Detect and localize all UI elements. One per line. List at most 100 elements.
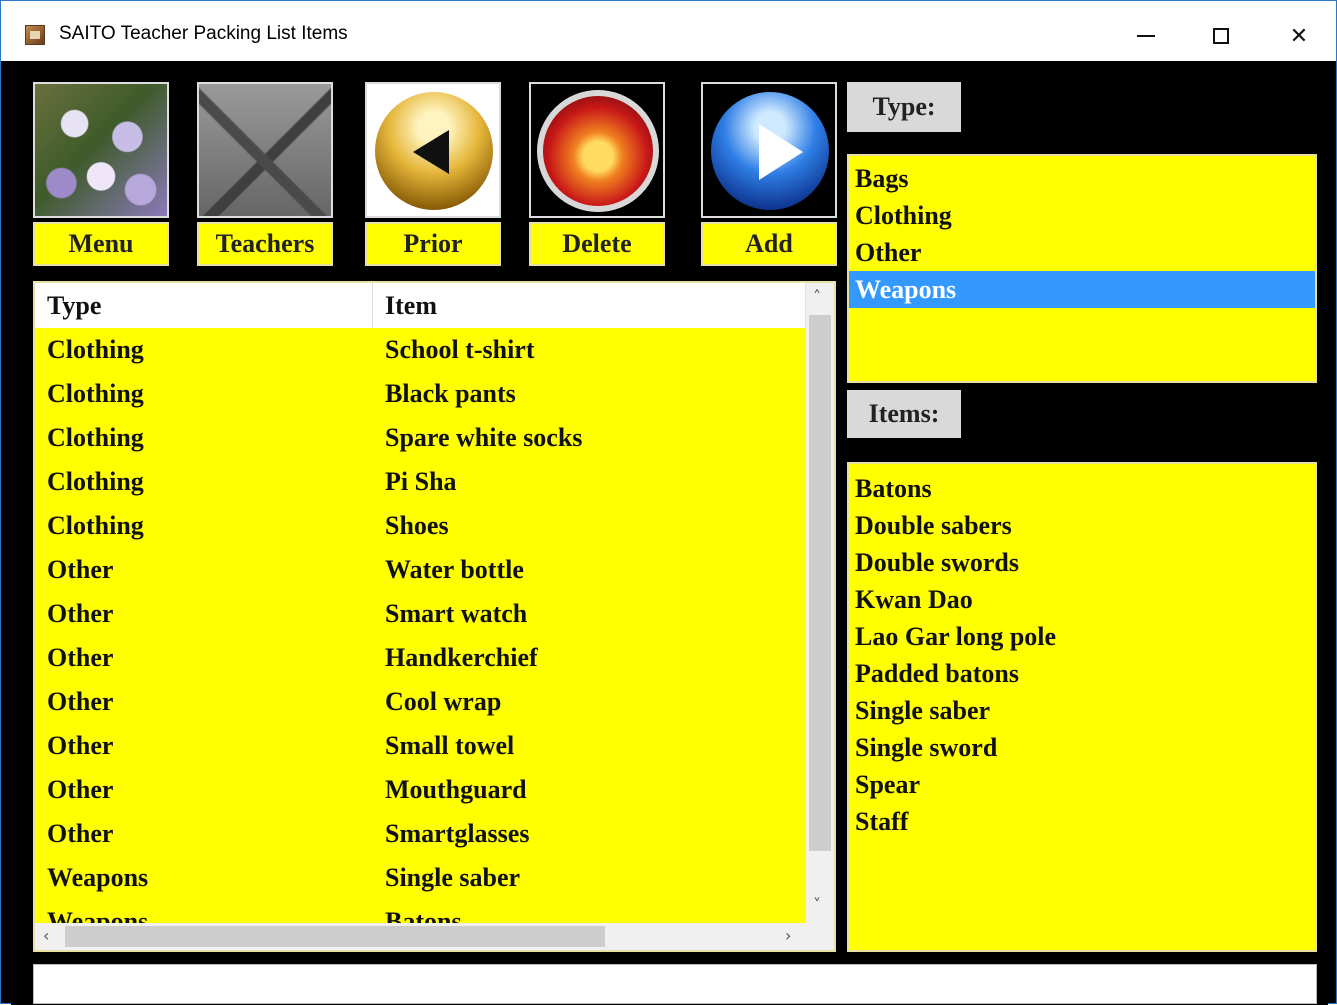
items-listbox[interactable]: Batons Double sabers Double swords Kwan … bbox=[847, 462, 1317, 952]
maximize-button[interactable] bbox=[1191, 13, 1251, 59]
cell-item: Smartglasses bbox=[385, 819, 530, 848]
minimize-button[interactable] bbox=[1116, 13, 1176, 59]
item-option[interactable]: Lao Gar long pole bbox=[849, 618, 1315, 655]
app-window: SAITO Teacher Packing List Items ✕ Menu … bbox=[0, 0, 1337, 1005]
prior-label: Prior bbox=[365, 222, 501, 266]
column-header-type[interactable]: Type bbox=[35, 283, 373, 328]
type-option-selected[interactable]: Weapons bbox=[849, 271, 1315, 308]
fire-icon bbox=[529, 82, 665, 218]
horizontal-scrollbar[interactable]: ‹ › bbox=[35, 923, 834, 950]
table-row[interactable]: Other Smartglasses bbox=[35, 812, 805, 856]
item-option[interactable]: Single sword bbox=[849, 729, 1315, 766]
table-row[interactable]: Other Handkerchief bbox=[35, 636, 805, 680]
cell-item: Pi Sha bbox=[385, 467, 457, 496]
prior-icon bbox=[365, 82, 501, 218]
cell-item: Mouthguard bbox=[385, 775, 527, 804]
cell-item: Black pants bbox=[385, 379, 516, 408]
table-row[interactable]: Weapons Single saber bbox=[35, 856, 805, 900]
cell-type: Other bbox=[47, 643, 114, 672]
menu-label: Menu bbox=[33, 222, 169, 266]
cell-type: Other bbox=[47, 555, 114, 584]
column-header-item[interactable]: Item bbox=[373, 283, 805, 328]
scroll-right-icon[interactable]: › bbox=[785, 926, 791, 945]
cell-type: Clothing bbox=[47, 467, 144, 496]
delete-label: Delete bbox=[529, 222, 665, 266]
table-row[interactable]: Other Water bottle bbox=[35, 548, 805, 592]
cell-type: Clothing bbox=[47, 379, 144, 408]
vertical-scroll-thumb[interactable] bbox=[809, 315, 831, 851]
horizontal-scroll-thumb[interactable] bbox=[65, 926, 605, 947]
cell-item: School t-shirt bbox=[385, 335, 535, 364]
grid-rows: Clothing School t-shirt Clothing Black pan… bbox=[35, 328, 805, 923]
cell-type: Clothing bbox=[47, 335, 144, 364]
cell-item: Single saber bbox=[385, 863, 521, 892]
table-row[interactable]: Other Cool wrap bbox=[35, 680, 805, 724]
flowers-icon bbox=[33, 82, 169, 218]
table-row[interactable]: Weapons Batons bbox=[35, 900, 805, 923]
close-icon: ✕ bbox=[1289, 23, 1309, 49]
teachers-label: Teachers bbox=[197, 222, 333, 266]
type-option[interactable]: Other bbox=[849, 234, 1315, 271]
scroll-up-icon[interactable]: ˄ bbox=[813, 287, 821, 306]
item-option[interactable]: Padded batons bbox=[849, 655, 1315, 692]
table-row[interactable]: Clothing Spare white socks bbox=[35, 416, 805, 460]
cell-item: Water bottle bbox=[385, 555, 524, 584]
cell-item: Batons bbox=[385, 907, 462, 923]
cell-item: Cool wrap bbox=[385, 687, 502, 716]
packing-list-grid[interactable]: Type Item Clothing School t-shirt Clothin… bbox=[33, 281, 836, 952]
window-title: SAITO Teacher Packing List Items bbox=[59, 23, 348, 44]
item-option[interactable]: Batons bbox=[849, 470, 1315, 507]
cell-type: Other bbox=[47, 687, 114, 716]
app-icon bbox=[25, 25, 45, 45]
table-row[interactable]: Clothing School t-shirt bbox=[35, 328, 805, 372]
item-option[interactable]: Spear bbox=[849, 766, 1315, 803]
cell-item: Smart watch bbox=[385, 599, 528, 628]
cell-item: Handkerchief bbox=[385, 643, 538, 672]
vertical-scrollbar[interactable]: ˄ ˅ bbox=[806, 283, 834, 923]
prior-button[interactable]: Prior bbox=[365, 82, 501, 268]
maximize-icon bbox=[1213, 28, 1229, 44]
play-icon bbox=[701, 82, 837, 218]
cell-item: Shoes bbox=[385, 511, 449, 540]
item-option[interactable]: Double sabers bbox=[849, 507, 1315, 544]
add-label: Add bbox=[701, 222, 837, 266]
cell-type: Clothing bbox=[47, 511, 144, 540]
cell-type: Weapons bbox=[47, 907, 149, 923]
scroll-down-icon[interactable]: ˅ bbox=[813, 895, 821, 914]
cell-type: Clothing bbox=[47, 423, 144, 452]
table-row[interactable]: Other Mouthguard bbox=[35, 768, 805, 812]
main-content: Menu Teachers Prior Delete Add Type Item… bbox=[11, 62, 1328, 1005]
cell-type: Other bbox=[47, 819, 114, 848]
table-row[interactable]: Other Small towel bbox=[35, 724, 805, 768]
title-bar: SAITO Teacher Packing List Items ✕ bbox=[1, 1, 1336, 61]
status-bar[interactable] bbox=[33, 964, 1317, 1004]
cell-item: Spare white socks bbox=[385, 423, 583, 452]
teachers-button[interactable]: Teachers bbox=[197, 82, 333, 268]
cell-type: Other bbox=[47, 775, 114, 804]
add-button[interactable]: Add bbox=[701, 82, 837, 268]
table-row[interactable]: Clothing Shoes bbox=[35, 504, 805, 548]
cell-type: Other bbox=[47, 731, 114, 760]
table-row[interactable]: Clothing Black pants bbox=[35, 372, 805, 416]
close-button[interactable]: ✕ bbox=[1269, 13, 1329, 59]
type-option[interactable]: Clothing bbox=[849, 197, 1315, 234]
scroll-left-icon[interactable]: ‹ bbox=[43, 926, 49, 945]
item-option[interactable]: Double swords bbox=[849, 544, 1315, 581]
menu-button[interactable]: Menu bbox=[33, 82, 169, 268]
cell-type: Weapons bbox=[47, 863, 149, 892]
item-option[interactable]: Staff bbox=[849, 803, 1315, 840]
cell-item: Small towel bbox=[385, 731, 515, 760]
items-caption: Items: bbox=[847, 390, 961, 438]
uniform-icon bbox=[197, 82, 333, 218]
type-option[interactable]: Bags bbox=[849, 160, 1315, 197]
table-row[interactable]: Clothing Pi Sha bbox=[35, 460, 805, 504]
grid-header: Type Item bbox=[35, 283, 805, 328]
delete-button[interactable]: Delete bbox=[529, 82, 665, 268]
item-option[interactable]: Kwan Dao bbox=[849, 581, 1315, 618]
table-row[interactable]: Other Smart watch bbox=[35, 592, 805, 636]
type-caption: Type: bbox=[847, 82, 961, 132]
cell-type: Other bbox=[47, 599, 114, 628]
item-option[interactable]: Single saber bbox=[849, 692, 1315, 729]
type-listbox[interactable]: Bags Clothing Other Weapons bbox=[847, 154, 1317, 383]
minimize-icon bbox=[1137, 35, 1155, 37]
